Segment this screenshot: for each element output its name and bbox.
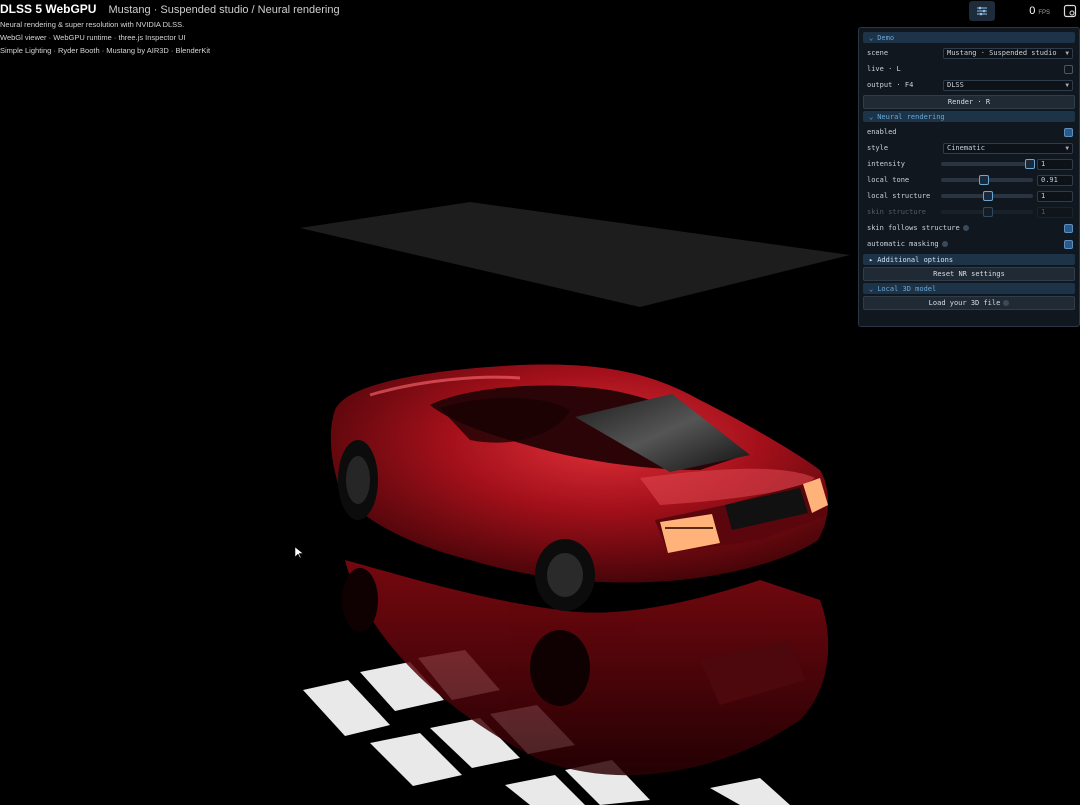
auto-masking-checkbox[interactable] <box>1064 239 1073 249</box>
scene-label: scene <box>867 49 889 57</box>
reset-nr-button[interactable]: Reset NR settings <box>863 267 1075 281</box>
scene-title: Mustang · Suspended studio / Neural rend… <box>108 4 340 16</box>
skin-follows-checkbox[interactable] <box>1064 223 1073 233</box>
screenshot-button[interactable] <box>1060 1 1080 21</box>
chevron-down-icon: ▼ <box>1065 144 1069 152</box>
enabled-label: enabled <box>867 128 897 136</box>
settings-sliders-button[interactable] <box>969 1 996 21</box>
settings-sliders-icon <box>977 6 988 16</box>
style-select-value: Cinematic <box>947 144 985 152</box>
section-demo-header[interactable]: ⌄ Demo <box>863 32 1075 43</box>
live-checkbox[interactable] <box>1064 64 1073 74</box>
output-select[interactable]: DLSS ▼ <box>943 79 1073 91</box>
output-select-value: DLSS <box>947 81 964 89</box>
top-toolbar: 0 FPS <box>969 0 1080 22</box>
slider-thumb[interactable] <box>983 191 993 201</box>
fps-unit: FPS <box>1038 10 1050 16</box>
slider-thumb[interactable] <box>1025 159 1035 169</box>
screenshot-icon <box>1063 4 1077 18</box>
skin-structure-row: skin structure 1 <box>859 204 1079 220</box>
style-row: style Cinematic ▼ <box>859 140 1079 156</box>
additional-options-toggle[interactable]: ▸ Additional options <box>863 254 1075 265</box>
skin-structure-slider[interactable] <box>941 207 1033 217</box>
inspector-panel: ⌄ Demo scene Mustang · Suspended studio … <box>858 27 1080 327</box>
local-structure-row: local structure 1 <box>859 188 1079 204</box>
car-mustang <box>330 364 829 611</box>
skin-structure-value[interactable]: 1 <box>1037 206 1073 218</box>
skin-structure-label: skin structure <box>867 208 927 216</box>
slider-thumb[interactable] <box>983 207 993 217</box>
local-tone-row: local tone 0.91 <box>859 172 1079 188</box>
help-icon[interactable] <box>1003 300 1010 306</box>
intensity-value[interactable]: 1 <box>1037 158 1073 170</box>
section-demo-label: Demo <box>877 33 895 42</box>
section-local-model-label: Local 3D model <box>877 284 937 293</box>
intensity-label: intensity <box>867 160 905 168</box>
auto-masking-label: automatic masking <box>867 240 948 248</box>
skin-follows-row: skin follows structure <box>859 220 1079 236</box>
local-structure-slider[interactable] <box>941 191 1033 201</box>
chevron-down-icon: ⌄ <box>869 33 874 42</box>
chevron-down-icon: ▼ <box>1065 81 1069 89</box>
local-structure-value[interactable]: 1 <box>1037 190 1073 202</box>
chevron-down-icon: ⌄ <box>869 112 874 121</box>
auto-masking-row: automatic masking <box>859 236 1079 252</box>
scene-select-value: Mustang · Suspended studio <box>947 49 1057 57</box>
skin-follows-text: skin follows structure <box>867 224 960 232</box>
chevron-right-icon: ▸ <box>869 255 874 264</box>
enabled-row: enabled <box>859 124 1079 140</box>
intensity-slider[interactable] <box>941 159 1035 169</box>
fps-value: 0 <box>1029 5 1036 17</box>
info-line-3: Simple Lighting · Ryder Booth · Mustang … <box>0 46 211 55</box>
app-title: DLSS 5 WebGPU <box>0 2 97 16</box>
info-overlay: DLSS 5 WebGPU Mustang · Suspended studio… <box>0 2 340 55</box>
mouse-cursor-icon <box>295 547 303 559</box>
additional-options-label: Additional options <box>877 255 954 264</box>
live-label: live · L <box>867 65 901 73</box>
slider-thumb[interactable] <box>979 175 989 185</box>
auto-masking-text: automatic masking <box>867 240 939 248</box>
local-structure-label: local structure <box>867 192 931 200</box>
local-tone-slider[interactable] <box>941 175 1033 185</box>
intensity-row: intensity 1 <box>859 156 1079 172</box>
skin-follows-label: skin follows structure <box>867 224 969 232</box>
render-button[interactable]: Render · R <box>863 95 1075 109</box>
local-tone-label: local tone <box>867 176 910 184</box>
section-neural-header[interactable]: ⌄ Neural rendering <box>863 111 1075 122</box>
info-line-1: Neural rendering & super resolution with… <box>0 20 185 29</box>
output-row: output · F4 DLSS ▼ <box>859 77 1079 93</box>
live-row: live · L <box>859 61 1079 77</box>
chevron-down-icon: ⌄ <box>869 284 874 293</box>
section-neural-label: Neural rendering <box>877 112 945 121</box>
fps-counter: 0 FPS <box>1029 5 1050 17</box>
chevron-down-icon: ▼ <box>1065 49 1069 57</box>
scene-select[interactable]: Mustang · Suspended studio ▼ <box>943 47 1073 59</box>
info-line-2: WebGl viewer · WebGPU runtime · three.js… <box>0 33 186 42</box>
style-label: style <box>867 144 889 152</box>
style-select[interactable]: Cinematic ▼ <box>943 142 1073 154</box>
load-3d-file-button[interactable]: Load your 3D file <box>863 296 1075 310</box>
scene-row: scene Mustang · Suspended studio ▼ <box>859 45 1079 61</box>
section-local-model-header[interactable]: ⌄ Local 3D model <box>863 283 1075 294</box>
local-tone-value[interactable]: 0.91 <box>1037 174 1073 186</box>
load-3d-file-label: Load your 3D file <box>928 299 1001 307</box>
enabled-checkbox[interactable] <box>1064 127 1073 137</box>
output-label: output · F4 <box>867 81 914 89</box>
studio-plate <box>300 202 850 307</box>
